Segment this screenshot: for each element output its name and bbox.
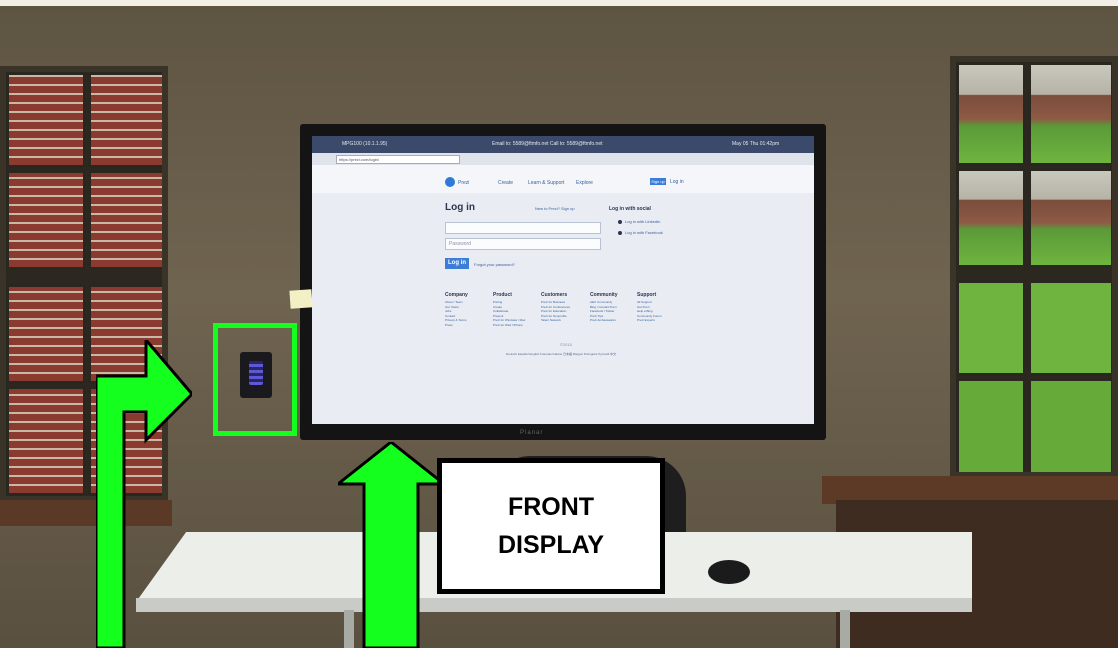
- footer-column: Community AEC Community Blog / Contact P…: [590, 292, 630, 323]
- ceiling: [0, 0, 1118, 6]
- right-window: [950, 56, 1118, 478]
- nav-login: Log in: [670, 179, 684, 185]
- front-display-label: FRONT DISPLAY: [497, 493, 605, 559]
- login-button: Log in: [445, 258, 469, 269]
- window-pane: [6, 284, 86, 384]
- footer-column: Product Pricing Create Collaborate Prese…: [493, 292, 533, 327]
- display-arrow-icon: [338, 442, 444, 648]
- table-leg: [840, 610, 850, 648]
- footer-column: Support All Support Get Prezi Help a Blo…: [637, 292, 677, 323]
- footer-heading: Company: [445, 292, 468, 298]
- arrow-shape: [96, 340, 192, 648]
- label-panel: FRONT DISPLAY: [442, 463, 660, 589]
- window-pane: [956, 280, 1026, 376]
- keypad-highlight-box: [213, 323, 297, 436]
- url-field: https://prezi.com/login/: [336, 155, 460, 164]
- linkedin-icon: [618, 220, 622, 224]
- photo-scene: MPG100 (10.1.1.95) Email to: 5589@ftmfo.…: [0, 0, 1118, 648]
- social-login-title: Log in with social: [609, 206, 651, 212]
- taskbar-center-text: Email to: 5589@ftmfo.net Call to: 5589@f…: [492, 141, 603, 147]
- signup-prompt: New to Prezi? Sign up: [535, 206, 575, 211]
- password-field: Password: [445, 238, 601, 250]
- taskbar-right-text: May 05 Thu 01:42pm: [732, 141, 780, 147]
- social-option: Log in with Facebook: [625, 230, 663, 235]
- footer-column: Company About / Team Our Vision Jobs Con…: [445, 292, 485, 327]
- signup-button: Sign up: [650, 178, 666, 185]
- social-option: Log in with LinkedIn: [625, 219, 661, 224]
- window-pane: [956, 378, 1026, 472]
- computer-mouse: [708, 560, 750, 584]
- keypad-arrow-icon: [96, 340, 192, 648]
- footer-column: Customers Prezi for Business Prezi for C…: [541, 292, 581, 323]
- footer-link: Prezi for iPad / iPhone: [493, 322, 523, 327]
- forgot-password-link: Forgot your password?: [474, 262, 515, 267]
- facebook-icon: [618, 231, 622, 235]
- window-pane: [956, 62, 1026, 166]
- site-nav: Prezi Create Learn & Support Explore Sig…: [312, 165, 814, 193]
- site-logo-text: Prezi: [458, 180, 470, 186]
- window-pane: [6, 72, 86, 168]
- display-screen: MPG100 (10.1.1.95) Email to: 5589@ftmfo.…: [312, 136, 814, 424]
- nav-learn: Learn & Support: [528, 180, 565, 186]
- footer-link: Talent Network: [541, 318, 561, 322]
- window-pane: [6, 170, 86, 270]
- arrow-shape: [338, 442, 444, 648]
- window-pane: [1028, 280, 1112, 376]
- footer-heading: Support: [637, 292, 657, 298]
- display-brand-logo: Planar: [520, 430, 544, 436]
- nav-create: Create: [498, 180, 514, 186]
- footer-heading: Product: [493, 292, 512, 298]
- window-pane: [1028, 378, 1112, 472]
- copyright: ©2015: [560, 342, 572, 347]
- language-links: Deutsch Español English Français Italian…: [506, 352, 617, 356]
- nav-explore: Explore: [576, 180, 593, 186]
- window-pane: [1028, 168, 1112, 268]
- window-pane: [6, 386, 86, 496]
- screen-taskbar: MPG100 (10.1.1.95) Email to: 5589@ftmfo.…: [312, 136, 814, 153]
- window-pane: [1028, 62, 1112, 166]
- sticky-note: [289, 289, 313, 309]
- footer-link: Prezi Experts: [637, 318, 655, 322]
- footer-link: Prezi Ambassadors: [590, 318, 616, 322]
- front-display-label-box: FRONT DISPLAY: [437, 458, 665, 594]
- taskbar-left-text: MPG100 (10.1.1.95): [342, 141, 388, 147]
- window-pane: [88, 72, 162, 168]
- window-pane: [88, 170, 162, 270]
- footer-link: Press: [445, 322, 453, 327]
- prezi-logo-icon: [445, 177, 455, 187]
- footer-heading: Customers: [541, 292, 568, 298]
- email-field: [445, 222, 601, 234]
- window-pane: [956, 168, 1026, 268]
- footer-heading: Community: [590, 292, 618, 298]
- page-title: Log in: [445, 202, 475, 213]
